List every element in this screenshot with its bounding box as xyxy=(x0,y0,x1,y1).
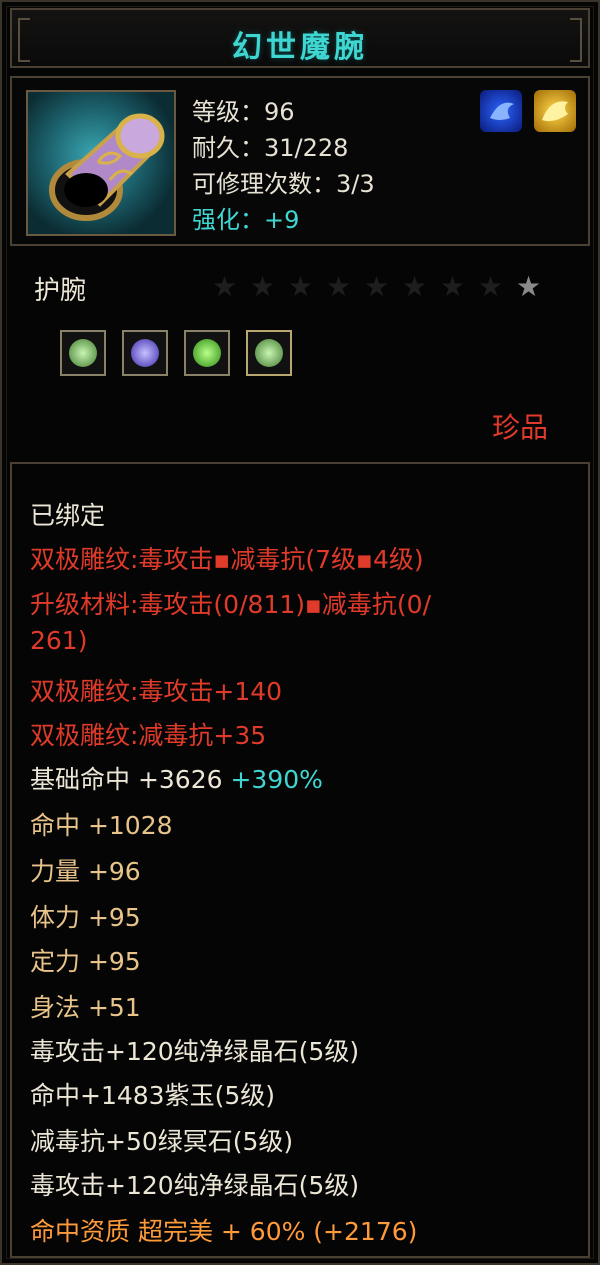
star-icon: ★ xyxy=(478,270,504,303)
gold-dragon-badge-icon xyxy=(534,90,576,132)
upgrade-material-line-2: 261) xyxy=(30,626,88,655)
engrave-line-3: 双极雕纹:减毒抗+35 xyxy=(30,721,267,750)
star-icon: ★ xyxy=(212,270,238,303)
bound-status: 已绑定 xyxy=(30,501,106,530)
item-type-label: 护腕 xyxy=(34,276,87,306)
level-text: 等级：96 xyxy=(192,98,295,126)
base-hit-line: 基础命中 +3626 +390% xyxy=(30,760,323,796)
blue-gem-badge-icon xyxy=(480,90,522,132)
green-gem-icon[interactable] xyxy=(184,330,230,376)
engrave-line-1: 双极雕纹:毒攻击▪减毒抗(7级▪4级) xyxy=(30,545,424,574)
hit-line: 命中 +1028 xyxy=(30,811,173,840)
base-hit-value: 基础命中 +3626 xyxy=(30,765,223,794)
upgrade-material-line-1: 升级材料:毒攻击(0/811)▪减毒抗(0/ xyxy=(30,590,432,619)
star-icon: ★ xyxy=(440,270,466,303)
purple-jade-gem-icon[interactable] xyxy=(122,330,168,376)
engrave-line-2: 双极雕纹:毒攻击+140 xyxy=(30,677,283,706)
base-hit-percent: +390% xyxy=(230,765,323,794)
agility-line: 身法 +51 xyxy=(30,993,141,1022)
enhance-text: 强化：+9 xyxy=(192,206,300,234)
green-crystal-gem-icon[interactable] xyxy=(246,330,292,376)
focus-line: 定力 +95 xyxy=(30,947,141,976)
wristguard-icon xyxy=(26,90,176,236)
star-icon: ★ xyxy=(326,270,352,303)
green-crystal-gem-icon[interactable] xyxy=(60,330,106,376)
item-info-panel: 等级：96 耐久：31/228 可修理次数：3/3 强化：+9 xyxy=(10,76,590,246)
item-title: 幻世魔腕 xyxy=(232,30,368,65)
gem-effect-line-4: 毒攻击+120纯净绿晶石(5级) xyxy=(30,1171,360,1200)
gem-effect-line-3: 减毒抗+50绿冥石(5级) xyxy=(30,1127,294,1156)
vitality-line: 体力 +95 xyxy=(30,903,141,932)
hit-quality-line: 命中资质 超完美 + 60% (+2176) xyxy=(30,1217,418,1246)
star-icon: ★ xyxy=(288,270,314,303)
star-icon: ★ xyxy=(516,270,542,303)
star-icon: ★ xyxy=(250,270,276,303)
rarity-label: 珍品 xyxy=(492,411,549,444)
title-bar: 幻世魔腕 xyxy=(10,8,590,68)
gem-effect-line-1: 毒攻击+120纯净绿晶石(5级) xyxy=(30,1037,360,1066)
star-icon: ★ xyxy=(364,270,390,303)
item-tooltip: 幻世魔腕 等级：96 耐久：31/228 可修理次数：3/3 强化：+9 护腕 … xyxy=(0,0,600,1265)
strength-line: 力量 +96 xyxy=(30,857,141,886)
gem-effect-line-2: 命中+1483紫玉(5级) xyxy=(30,1081,275,1110)
durability-text: 耐久：31/228 xyxy=(192,134,349,162)
star-icon: ★ xyxy=(402,270,428,303)
repair-count-text: 可修理次数：3/3 xyxy=(192,170,375,198)
